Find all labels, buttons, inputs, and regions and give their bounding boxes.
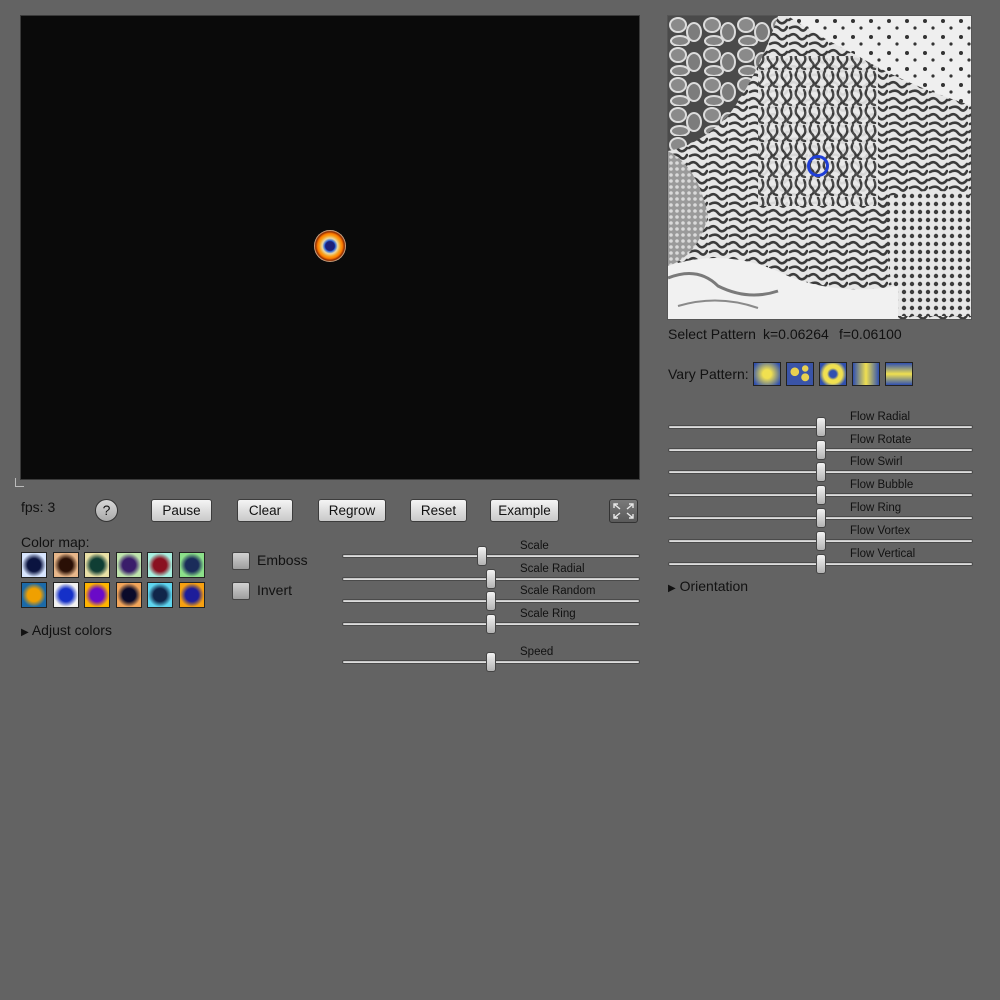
k-value: k=0.06264	[763, 326, 829, 342]
vary-vertical-icon[interactable]	[852, 362, 880, 386]
emboss-checkbox[interactable]	[232, 552, 250, 570]
fullscreen-button[interactable]	[609, 499, 638, 523]
flow-rotate-slider-label: Flow Rotate	[850, 434, 912, 446]
colormap-teal-icon[interactable]	[84, 552, 110, 578]
flow-radial-slider-thumb[interactable]	[815, 417, 826, 437]
colormap-brown-icon[interactable]	[52, 552, 79, 578]
vary-radial-icon[interactable]	[753, 362, 781, 386]
flow-rotate-slider-thumb[interactable]	[815, 440, 826, 460]
flow-vortex-slider-label: Flow Vortex	[850, 525, 911, 537]
scale-ring-slider-label: Scale Ring	[520, 608, 576, 620]
colormap-blue-ring-icon[interactable]	[52, 582, 79, 608]
orientation-toggle[interactable]: ▶ Orientation	[668, 578, 748, 594]
help-button[interactable]: ?	[95, 499, 118, 522]
scale-random-slider-label: Scale Random	[520, 585, 596, 597]
disclosure-triangle-icon: ▶	[21, 627, 29, 638]
emboss-label: Emboss	[257, 552, 308, 568]
flow-ring-slider-label: Flow Ring	[850, 502, 902, 514]
adjust-colors-toggle[interactable]: ▶ Adjust colors	[21, 622, 112, 638]
scale-radial-slider-thumb[interactable]	[486, 569, 496, 589]
fullscreen-icon	[613, 503, 634, 519]
scale-slider-thumb[interactable]	[477, 546, 488, 566]
speed-slider-thumb[interactable]	[486, 652, 496, 672]
scale-slider-track[interactable]	[342, 554, 640, 558]
colormap-blue-green-icon[interactable]	[178, 552, 205, 578]
flow-radial-slider-label: Flow Radial	[850, 411, 911, 423]
flow-vertical-slider-thumb[interactable]	[815, 554, 826, 574]
pause-button[interactable]: Pause	[151, 499, 212, 522]
clear-button[interactable]: Clear	[237, 499, 293, 522]
resize-handle[interactable]	[15, 478, 24, 487]
speed-slider-label: Speed	[520, 646, 554, 658]
reset-button[interactable]: Reset	[410, 499, 467, 522]
colormap-orange-icon[interactable]	[21, 582, 47, 608]
colormap-dark-blue-icon[interactable]	[115, 582, 142, 608]
flow-vertical-slider-label: Flow Vertical	[850, 548, 916, 560]
flow-swirl-slider-thumb[interactable]	[815, 462, 826, 482]
pattern-seed-spot	[314, 230, 346, 262]
invert-checkbox[interactable]	[232, 582, 250, 600]
flow-bubble-slider-label: Flow Bubble	[850, 479, 914, 491]
scale-radial-slider-label: Scale Radial	[520, 563, 585, 575]
pattern-map-cursor[interactable]	[807, 155, 829, 177]
vary-ring-icon[interactable]	[819, 362, 847, 386]
colormap-red-icon[interactable]	[147, 552, 173, 578]
regrow-button[interactable]: Regrow	[318, 499, 386, 522]
scale-slider-label: Scale	[520, 540, 549, 552]
invert-label: Invert	[257, 582, 293, 598]
color-map-label: Color map:	[21, 534, 90, 550]
vary-horizontal-icon[interactable]	[885, 362, 913, 386]
colormap-navy-icon[interactable]	[21, 552, 47, 578]
flow-bubble-slider-thumb[interactable]	[815, 485, 826, 505]
colormap-purple-icon[interactable]	[115, 552, 142, 578]
example-button[interactable]: Example	[490, 499, 559, 522]
select-pattern-label: Select Pattern	[668, 326, 756, 342]
colormap-cyan-icon[interactable]	[147, 582, 173, 608]
vary-spots-icon[interactable]	[786, 362, 814, 386]
scale-ring-slider-thumb[interactable]	[486, 614, 496, 634]
scale-random-slider-thumb[interactable]	[486, 591, 496, 611]
vary-pattern-label: Vary Pattern:	[668, 366, 749, 382]
colormap-rainbow-icon[interactable]	[84, 582, 110, 608]
flow-vortex-slider-thumb[interactable]	[815, 531, 826, 551]
f-value: f=0.06100	[839, 326, 902, 342]
flow-swirl-slider-label: Flow Swirl	[850, 456, 903, 468]
disclosure-triangle-icon: ▶	[668, 583, 676, 594]
flow-ring-slider-thumb[interactable]	[815, 508, 826, 528]
fps-readout: fps: 3	[21, 499, 56, 515]
colormap-fire-icon[interactable]	[178, 582, 205, 608]
